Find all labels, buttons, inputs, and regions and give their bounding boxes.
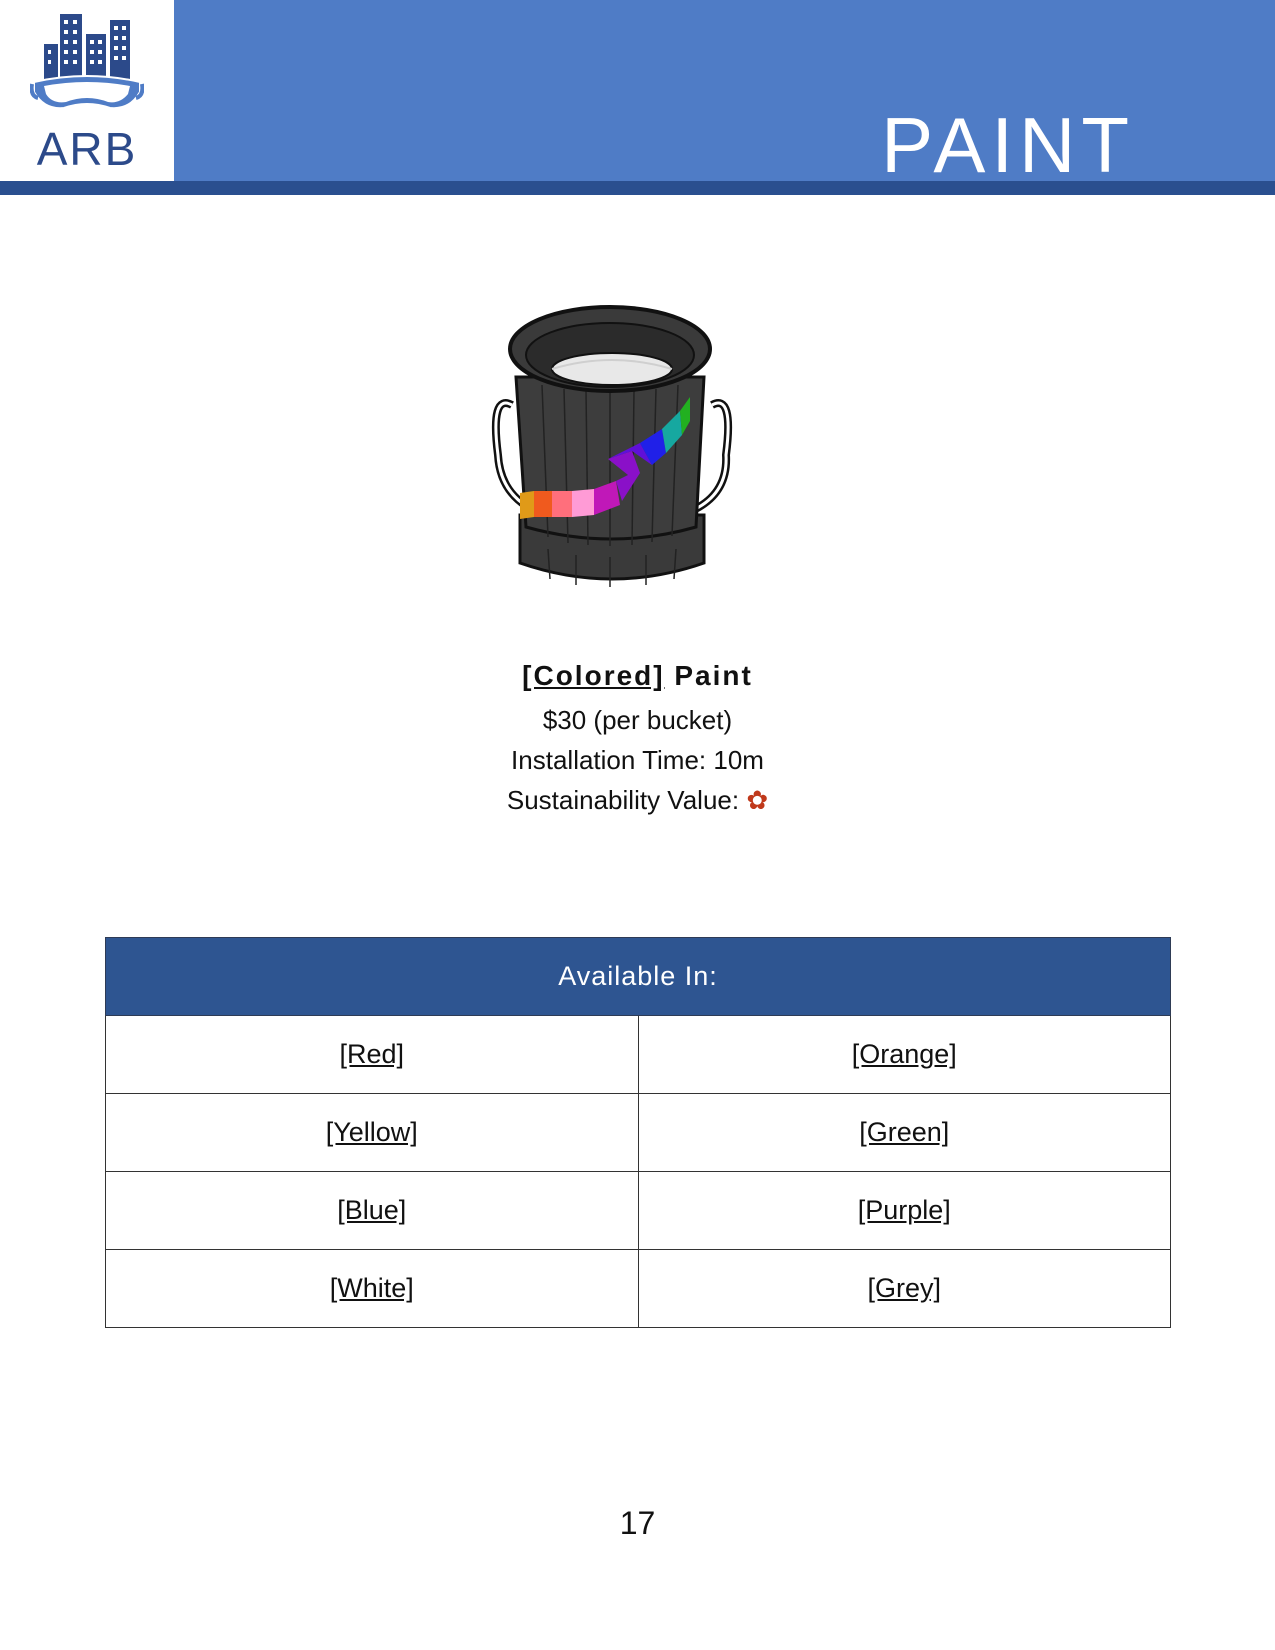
color-option: [White] xyxy=(329,1273,414,1303)
color-option: [Grey] xyxy=(867,1273,941,1303)
product-info: [Colored] Paint $30 (per bucket) Install… xyxy=(0,660,1275,820)
table-header: Available In: xyxy=(105,937,1171,1016)
sustainability-value: Sustainability Value: ✿ xyxy=(0,780,1275,820)
table-cell: [Grey] xyxy=(637,1249,1171,1328)
flower-icon: ✿ xyxy=(746,785,769,815)
availability-table: Available In: [Red] [Orange] [Yellow] [G… xyxy=(105,937,1171,1328)
table-cell: [Orange] xyxy=(637,1015,1171,1094)
table-cell: [Blue] xyxy=(105,1171,639,1250)
color-option: [Orange] xyxy=(851,1039,957,1069)
page-title: PAINT xyxy=(881,101,1135,190)
table-cell: [Yellow] xyxy=(105,1093,639,1172)
color-option: [Red] xyxy=(339,1039,405,1069)
logo: ARB xyxy=(0,0,174,181)
product-price: $30 (per bucket) xyxy=(542,705,733,735)
table-cell: [White] xyxy=(105,1249,639,1328)
product-name: [Colored] Paint xyxy=(0,660,1275,692)
color-option: [Yellow] xyxy=(325,1117,418,1147)
table-cell: [Purple] xyxy=(637,1171,1171,1250)
table-row: [Yellow] [Green] xyxy=(105,1093,1171,1172)
page-number: 17 xyxy=(619,1505,656,1541)
logo-text: ARB xyxy=(36,123,138,175)
table-row: [Red] [Orange] xyxy=(105,1015,1171,1094)
table-row: [White] [Grey] xyxy=(105,1249,1171,1328)
product-name-rest: Paint xyxy=(674,660,753,691)
sustainability-label: Sustainability Value: xyxy=(506,785,740,815)
city-skyline-goggles-icon xyxy=(30,14,144,110)
color-option: [Purple] xyxy=(857,1195,951,1225)
table-cell: [Green] xyxy=(637,1093,1171,1172)
color-option: [Green] xyxy=(859,1117,950,1147)
color-option: [Blue] xyxy=(337,1195,407,1225)
product-name-bracket: [Colored] xyxy=(522,660,665,691)
table-row: [Blue] [Purple] xyxy=(105,1171,1171,1250)
installation-time: Installation Time: 10m xyxy=(511,745,764,775)
paint-bucket-icon xyxy=(491,305,733,587)
table-cell: [Red] xyxy=(105,1015,639,1094)
